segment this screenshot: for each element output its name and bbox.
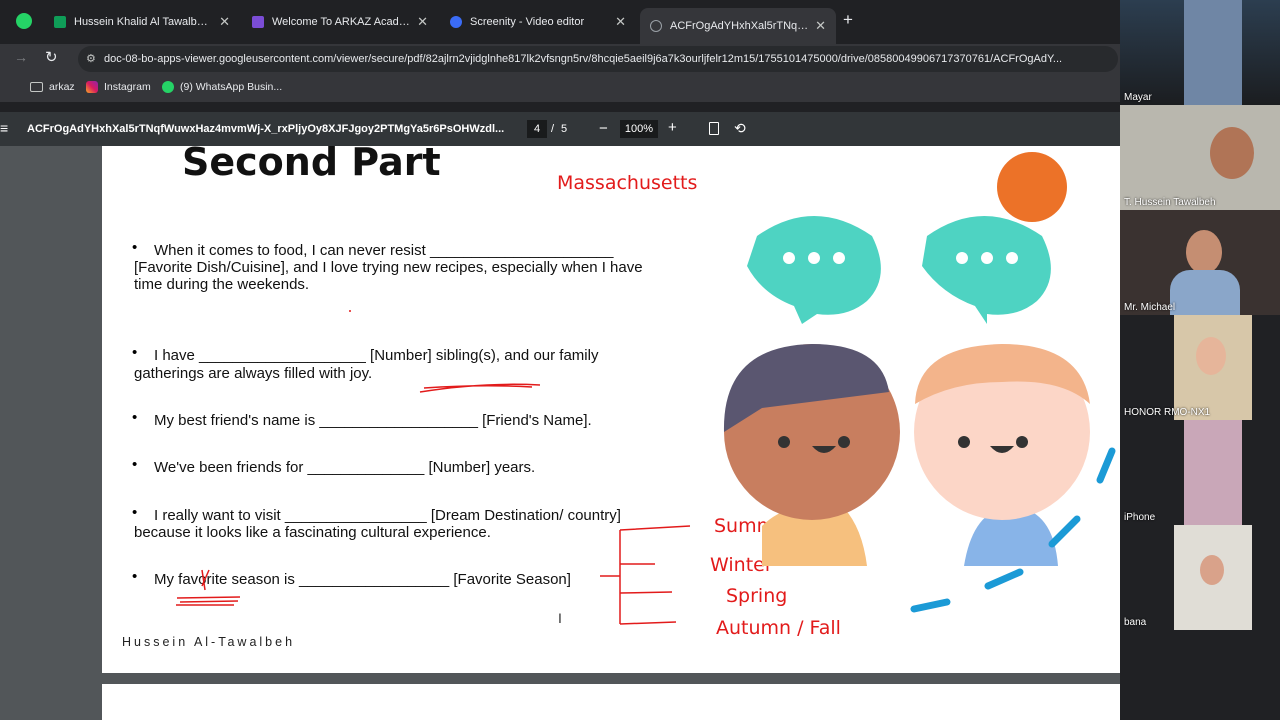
url-input[interactable]: ⚙ doc-08-bo-apps-viewer.googleuserconten… [78, 46, 1118, 72]
globe-icon [650, 20, 662, 32]
tab-bar: Hussein Khalid Al Tawalbeh - G ✕ Welcome… [0, 0, 1120, 44]
close-icon[interactable]: ✕ [417, 14, 428, 30]
participant-face [1200, 555, 1224, 585]
text-cursor-icon: I [558, 610, 562, 626]
participant-tile[interactable]: Mr. Michael [1120, 210, 1280, 315]
menu-icon[interactable]: ≡ [0, 120, 8, 136]
pdf-viewer: Second Part • When it comes to food, I c… [0, 146, 1120, 720]
bookmark-label: arkaz [49, 81, 75, 93]
close-icon[interactable]: ✕ [615, 14, 626, 30]
fit-page-icon[interactable] [709, 122, 719, 135]
tab-arkaz[interactable]: Welcome To ARKAZ Academy ✕ [242, 8, 438, 36]
participant-name: Mr. Michael [1124, 302, 1176, 313]
participant-video [1184, 420, 1242, 525]
bookmark-label: (9) WhatsApp Busin... [180, 81, 283, 93]
bookmark-instagram[interactable]: Instagram [86, 81, 151, 93]
tab-title: ACFrOgAdYHxhXal5rTNqfWuwx [670, 20, 809, 32]
participant-name: Mayar [1124, 92, 1152, 103]
page-number-input[interactable]: 4 [527, 120, 547, 138]
whatsapp-icon [162, 81, 174, 93]
rotate-icon[interactable]: ⟲ [734, 120, 746, 137]
instagram-icon [86, 81, 98, 93]
participant-name: bana [1124, 617, 1147, 628]
tab-title: Hussein Khalid Al Tawalbeh - G [74, 16, 214, 28]
tab-screenity[interactable]: Screenity - Video editor ✕ [440, 8, 636, 36]
folder-icon [30, 82, 43, 92]
participant-name: T. Hussein Tawalbeh [1124, 197, 1216, 208]
pdf-toolbar: ≡ ACFrOgAdYHxhXal5rTNqfWuwxHaz4mvmWj-X_r… [0, 112, 1120, 146]
participant-tile[interactable]: bana [1120, 525, 1280, 630]
page-separator: / [551, 123, 555, 135]
bookmark-label: Instagram [104, 81, 151, 93]
video-call-sidebar: Mayar T. Hussein Tawalbeh Mr. Michael HO… [1120, 0, 1280, 720]
participant-name: iPhone [1124, 512, 1156, 523]
zoom-in-button[interactable]: + [668, 119, 677, 136]
participant-name: HONOR RMO-NX1 [1124, 407, 1211, 418]
url-text: doc-08-bo-apps-viewer.googleusercontent.… [104, 53, 1063, 65]
whatsapp-icon[interactable] [16, 13, 32, 29]
reload-icon[interactable]: ↻ [45, 48, 58, 66]
participant-tile[interactable]: T. Hussein Tawalbeh [1120, 105, 1280, 210]
tab-title: Screenity - Video editor [470, 16, 585, 28]
page-total: 5 [561, 123, 568, 135]
tab-pdf[interactable]: ACFrOgAdYHxhXal5rTNqfWuwx ✕ [640, 8, 836, 44]
close-icon[interactable]: ✕ [219, 14, 230, 30]
forward-icon[interactable]: → [14, 49, 28, 65]
pdf-page: Second Part • When it comes to food, I c… [102, 146, 1120, 673]
tab-sheets[interactable]: Hussein Khalid Al Tawalbeh - G ✕ [44, 8, 240, 36]
participant-face [1196, 337, 1226, 375]
new-tab-button[interactable]: + [843, 10, 853, 30]
sheets-icon [54, 16, 66, 28]
bookmark-arkaz[interactable]: arkaz [30, 81, 75, 93]
close-icon[interactable]: ✕ [815, 18, 826, 34]
forms-icon [252, 16, 264, 28]
participant-tile[interactable]: iPhone [1120, 420, 1280, 525]
site-info-icon[interactable]: ⚙ [86, 46, 96, 72]
participant-video [1184, 0, 1242, 105]
pdf-filename: ACFrOgAdYHxhXal5rTNqfWuwxHaz4mvmWj-X_rxP… [27, 123, 505, 135]
bookmark-whatsapp[interactable]: (9) WhatsApp Busin... [162, 81, 282, 93]
participant-shirt [1170, 270, 1240, 315]
tab-title: Welcome To ARKAZ Academy [272, 16, 412, 28]
friends-illustration [723, 152, 1116, 613]
participant-tile[interactable]: HONOR RMO-NX1 [1120, 315, 1280, 420]
participant-video [1186, 230, 1222, 274]
participant-tile[interactable]: Mayar [1120, 0, 1280, 105]
screenity-icon [450, 16, 462, 28]
bookmarks-bar: arkaz Instagram (9) WhatsApp Busin... [0, 74, 1120, 102]
zoom-input[interactable]: 100% [620, 120, 658, 138]
address-bar-row: → ↻ ⚙ doc-08-bo-apps-viewer.googleuserco… [0, 44, 1120, 74]
participant-video [1210, 127, 1254, 179]
zoom-out-button[interactable]: − [599, 120, 608, 137]
pdf-next-page [102, 684, 1120, 720]
